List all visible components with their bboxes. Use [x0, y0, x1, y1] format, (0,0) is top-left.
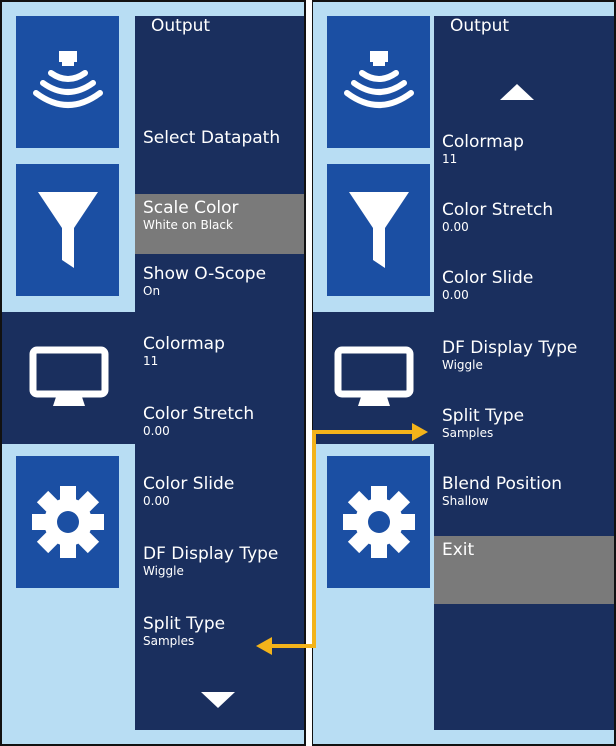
- monitor-icon: [334, 346, 413, 406]
- item-value: 0.00: [143, 424, 170, 438]
- item-label: Exit: [442, 540, 475, 560]
- menu-item-color-stretch[interactable]: Color Stretch 0.00: [434, 196, 614, 256]
- output-menu-left: Output Select Datapath Scale Color White…: [135, 16, 304, 730]
- item-value: 11: [442, 152, 458, 166]
- item-label: Blend Position: [442, 474, 563, 494]
- sonar-tab[interactable]: [16, 16, 119, 148]
- item-label: Colormap: [143, 334, 225, 354]
- sonar-tab[interactable]: [327, 16, 430, 148]
- monitor-icon: [29, 346, 108, 406]
- menu-item-split-type[interactable]: Split Type Samples: [135, 610, 304, 670]
- item-value: Samples: [442, 426, 494, 440]
- gear-icon: [31, 486, 104, 558]
- menu-title: Output: [151, 16, 211, 36]
- scroll-up-arrow-icon[interactable]: [500, 84, 534, 100]
- item-label: Split Type: [442, 406, 525, 426]
- filter-icon: [37, 192, 98, 268]
- right-screen: Output Colormap 11 Color Stretch 0.00 Co…: [312, 0, 616, 746]
- item-label: Color Stretch: [442, 200, 554, 220]
- item-value: 0.00: [442, 288, 469, 302]
- item-label: DF Display Type: [442, 338, 578, 358]
- sonar-icon: [32, 51, 103, 108]
- filter-icon: [348, 192, 409, 268]
- item-label: Split Type: [143, 614, 226, 634]
- menu-item-colormap[interactable]: Colormap 11: [135, 330, 304, 390]
- menu-item-colormap[interactable]: Colormap 11: [434, 128, 614, 188]
- item-value: White on Black: [143, 218, 233, 232]
- gear-icon: [342, 486, 415, 558]
- item-value: Wiggle: [442, 358, 483, 372]
- menu-item-blend-position[interactable]: Blend Position Shallow: [434, 470, 614, 530]
- item-value: 0.00: [143, 494, 170, 508]
- filter-tab[interactable]: [16, 164, 119, 296]
- menu-item-scale-color[interactable]: Scale Color White on Black: [135, 194, 304, 254]
- menu-item-color-slide[interactable]: Color Slide 0.00: [434, 264, 614, 324]
- settings-tab[interactable]: [16, 456, 119, 588]
- item-label: DF Display Type: [143, 544, 279, 564]
- menu-item-df-display-type[interactable]: DF Display Type Wiggle: [135, 540, 304, 600]
- menu-item-show-oscope[interactable]: Show O-Scope On: [135, 260, 304, 320]
- left-screen: Output Select Datapath Scale Color White…: [0, 0, 306, 746]
- item-label: Color Slide: [143, 474, 235, 494]
- item-label: Show O-Scope: [143, 264, 267, 284]
- item-value: Shallow: [442, 494, 489, 508]
- item-value: On: [143, 284, 161, 298]
- item-label: Scale Color: [143, 198, 239, 218]
- item-value: 0.00: [442, 220, 469, 234]
- display-tab[interactable]: [2, 312, 135, 444]
- menu-item-color-stretch[interactable]: Color Stretch 0.00: [135, 400, 304, 460]
- item-label: Select Datapath: [143, 128, 281, 148]
- menu-item-color-slide[interactable]: Color Slide 0.00: [135, 470, 304, 530]
- item-label: Color Stretch: [143, 404, 255, 424]
- menu-item-df-display-type[interactable]: DF Display Type Wiggle: [434, 334, 614, 394]
- item-label: Colormap: [442, 132, 524, 152]
- item-label: Color Slide: [442, 268, 534, 288]
- settings-tab[interactable]: [327, 456, 430, 588]
- menu-item-select-datapath[interactable]: Select Datapath: [135, 124, 304, 184]
- scroll-down-arrow-icon[interactable]: [201, 692, 235, 708]
- filter-tab[interactable]: [327, 164, 430, 296]
- output-menu-right: Output Colormap 11 Color Stretch 0.00 Co…: [434, 16, 614, 730]
- display-tab[interactable]: [313, 312, 434, 444]
- sonar-icon: [343, 51, 414, 108]
- menu-item-exit[interactable]: Exit: [434, 536, 614, 604]
- menu-title: Output: [450, 16, 510, 36]
- item-value: Wiggle: [143, 564, 184, 578]
- item-value: Samples: [143, 634, 195, 648]
- menu-item-split-type[interactable]: Split Type Samples: [434, 402, 614, 462]
- item-value: 11: [143, 354, 159, 368]
